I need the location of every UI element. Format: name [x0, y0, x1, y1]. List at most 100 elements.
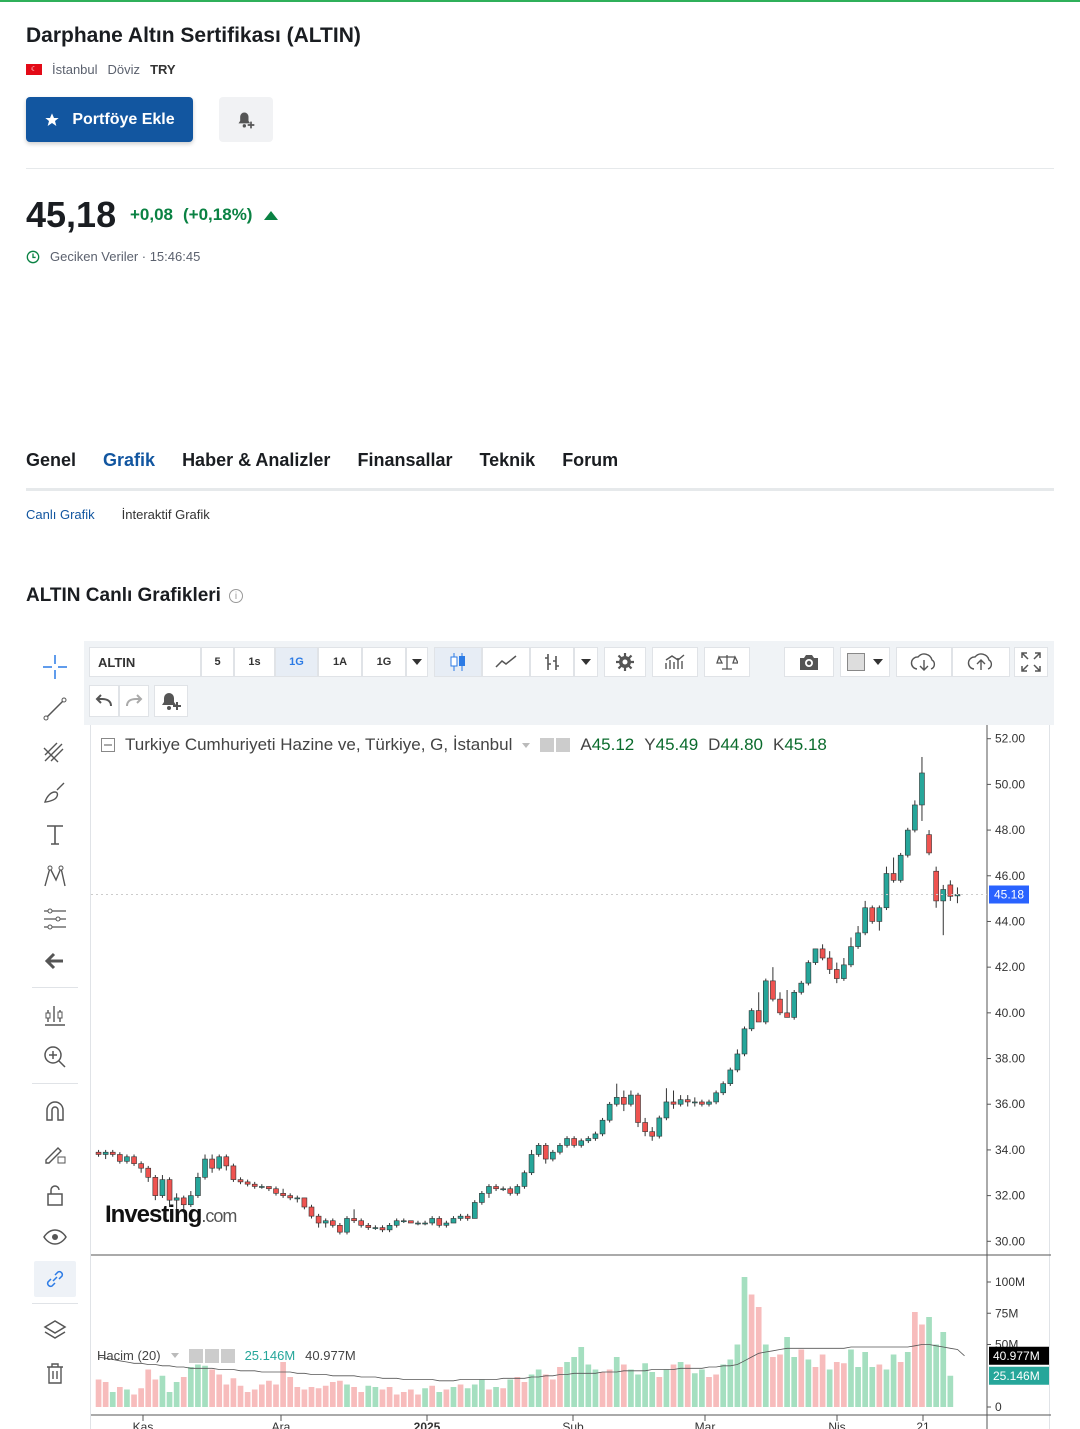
candle-body [280, 1193, 286, 1196]
interval-1a[interactable]: 1A [318, 647, 362, 677]
volume-bar [117, 1387, 123, 1407]
last-price-tag: 45.18 [994, 888, 1024, 902]
eye-icon[interactable] [540, 738, 555, 752]
subtab-live-chart[interactable]: Canlı Grafik [26, 507, 95, 522]
exchange-label: İstanbul [52, 62, 98, 77]
volume-bar [237, 1385, 244, 1407]
text-tool-icon[interactable] [34, 817, 76, 853]
fib-tool-icon[interactable] [34, 901, 76, 937]
volume-bar [897, 1362, 904, 1407]
crosshair-tool-icon[interactable] [34, 649, 76, 685]
volume-settings-icons[interactable] [188, 1348, 235, 1363]
zoom-in-icon[interactable] [34, 1039, 76, 1075]
candle-body [812, 948, 819, 963]
save-chart-button[interactable] [952, 647, 1010, 677]
candle-body [557, 1145, 563, 1153]
tab-teknik[interactable]: Teknik [480, 450, 536, 491]
candle-body [237, 1179, 244, 1183]
chevron-down-icon[interactable] [522, 742, 531, 748]
interval-1g[interactable]: 1G [275, 647, 318, 677]
tab-grafik[interactable]: Grafik [103, 450, 156, 491]
undo-button[interactable] [89, 685, 119, 717]
instrument-meta: ☾ İstanbul Döviz TRY [26, 62, 176, 77]
candle-body [429, 1218, 435, 1224]
volume-tick-label: 100M [995, 1275, 1025, 1289]
settings-button[interactable] [604, 647, 646, 677]
measure-tool-icon[interactable] [34, 997, 76, 1033]
redo-button[interactable] [119, 685, 149, 717]
bars-button[interactable] [530, 647, 574, 677]
create-alert-button[interactable] [219, 97, 273, 142]
subtab-interactive-chart[interactable]: İnteraktif Grafik [122, 507, 210, 522]
volume-bar [507, 1379, 514, 1407]
time-tick-label: Nis [828, 1420, 845, 1429]
candle-body [571, 1138, 577, 1146]
fullscreen-button[interactable] [1014, 647, 1048, 677]
volume-bar [947, 1375, 954, 1407]
legend-settings-icons[interactable] [540, 738, 571, 752]
candle-body [684, 1099, 691, 1103]
tab-genel[interactable]: Genel [26, 450, 76, 491]
tab-forum[interactable]: Forum [562, 450, 618, 491]
volume-bar [202, 1365, 208, 1407]
compare-button[interactable] [704, 647, 750, 677]
link-icon[interactable] [34, 1261, 76, 1297]
tab-haber-analizler[interactable]: Haber & Analizler [182, 450, 330, 491]
time-tick-label: Ara [272, 1420, 291, 1429]
volume-bar [109, 1392, 116, 1407]
interval-5[interactable]: 5 [201, 647, 234, 677]
add-alert-button[interactable] [154, 685, 188, 717]
interval-dropdown[interactable] [406, 647, 428, 677]
volume-bar [890, 1354, 897, 1407]
volume-legend: Hacim (20) 25.146M 40.977M [97, 1348, 356, 1363]
price-tick-label: 50.00 [995, 777, 1025, 791]
layers-icon[interactable] [34, 1313, 76, 1349]
volume-bar [337, 1380, 343, 1407]
line-chart-button[interactable] [482, 647, 530, 677]
trash-icon[interactable] [34, 1355, 76, 1391]
info-icon[interactable]: i [228, 589, 243, 603]
chart-type-dropdown[interactable] [574, 647, 598, 677]
candle-body [102, 1151, 109, 1155]
eye-icon[interactable] [34, 1219, 76, 1255]
candle-body [422, 1222, 428, 1225]
symbol-input[interactable]: ALTIN [89, 647, 201, 677]
pitchfork-tool-icon[interactable] [34, 733, 76, 769]
candle-body [351, 1218, 357, 1222]
volume-bar [904, 1352, 911, 1407]
volume-bar [138, 1388, 144, 1407]
delayed-data-note: Geciken Veriler · 15:46:45 [26, 249, 200, 264]
chart-plot-area[interactable]: 52.00 50.00 48.00 46.00 44.00 42.00 40.00 38.00… [90, 725, 1051, 1429]
magnet-icon[interactable] [34, 1093, 76, 1129]
candle-body [195, 1177, 201, 1196]
trend-line-tool-icon[interactable] [34, 691, 76, 727]
interval-1s[interactable]: 1s [234, 647, 275, 677]
price-tick-label: 40.00 [995, 1006, 1025, 1020]
candle-body [322, 1220, 329, 1224]
volume-bar [755, 1307, 762, 1407]
candles-button[interactable] [434, 647, 482, 677]
unlock-icon[interactable] [34, 1177, 76, 1213]
gear-icon[interactable] [556, 738, 571, 752]
pattern-tool-icon[interactable] [34, 859, 76, 895]
chevron-down-icon[interactable] [170, 1353, 179, 1358]
screenshot-button[interactable] [784, 647, 834, 677]
back-arrow-icon[interactable] [34, 943, 76, 979]
page-title: Darphane Altın Sertifikası (ALTIN) [26, 24, 361, 47]
volume-bar [798, 1349, 805, 1407]
interval-custom[interactable]: 1G [362, 647, 406, 677]
volume-bar [663, 1369, 670, 1407]
brush-tool-icon[interactable] [34, 775, 76, 811]
candle-body [656, 1117, 663, 1137]
volume-bar [550, 1379, 556, 1407]
lock-drawing-icon[interactable] [34, 1135, 76, 1171]
volume-bar [429, 1385, 436, 1407]
color-picker-button[interactable] [840, 647, 890, 677]
load-chart-button[interactable] [896, 647, 952, 677]
indicators-button[interactable] [652, 647, 698, 677]
volume-bar [521, 1382, 528, 1407]
add-to-portfolio-button[interactable]: Portföye Ekle [26, 97, 193, 142]
tab-finansallar[interactable]: Finansallar [357, 450, 452, 491]
collapse-icon[interactable] [101, 738, 115, 752]
volume-bar [152, 1379, 159, 1407]
